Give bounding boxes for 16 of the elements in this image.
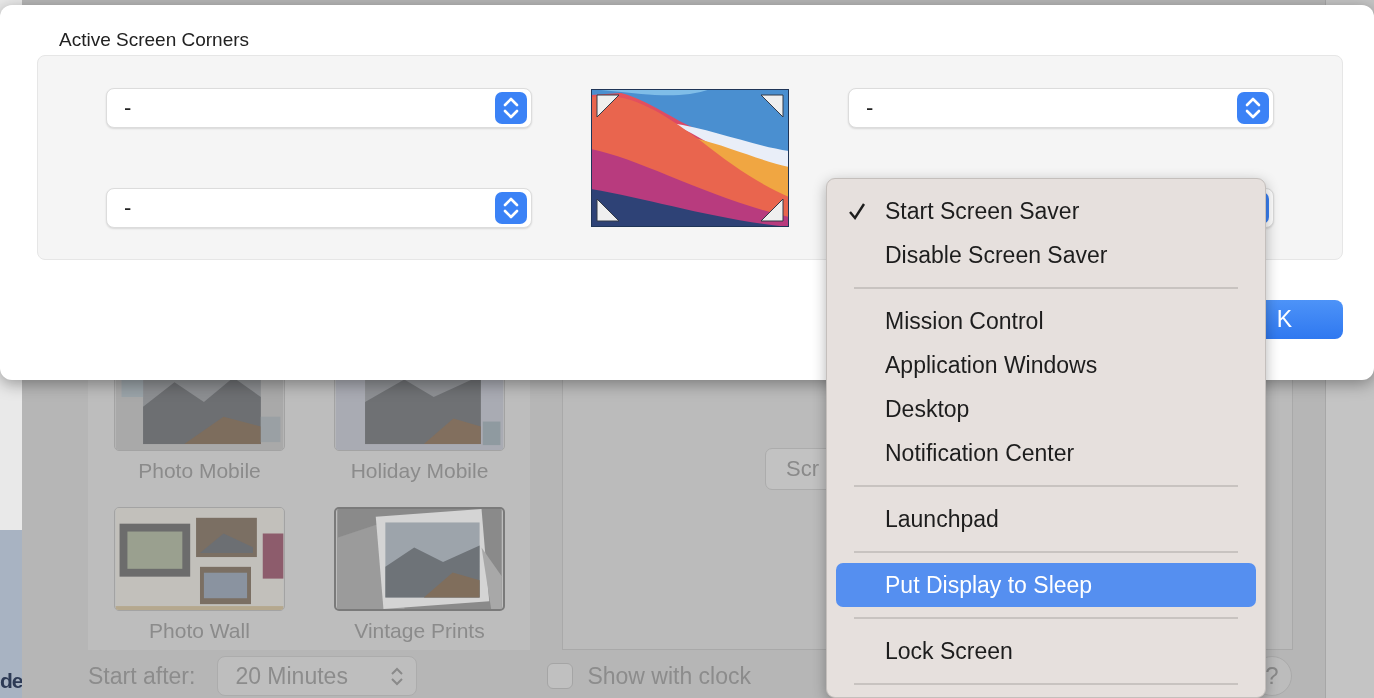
- checkmark-icon: [848, 201, 866, 221]
- stepper-icon: [1237, 92, 1269, 124]
- stepper-icon: [495, 92, 527, 124]
- menu-item[interactable]: Launchpad: [836, 497, 1256, 541]
- corner-popup[interactable]: -: [106, 88, 532, 128]
- menu-item[interactable]: Disable Screen Saver: [836, 233, 1256, 277]
- stepper-icon: [495, 192, 527, 224]
- chevron-icon: [390, 665, 405, 687]
- menu-item[interactable]: Start Screen Saver: [836, 189, 1256, 233]
- corner-popup[interactable]: -: [106, 188, 532, 228]
- menu-item[interactable]: Desktop: [836, 387, 1256, 431]
- sidebar-text: de: [0, 668, 22, 694]
- sheet-title: Active Screen Corners: [58, 28, 251, 52]
- corner-popup[interactable]: -: [848, 88, 1274, 128]
- menu-item[interactable]: Application Windows: [836, 343, 1256, 387]
- show-with-clock-checkbox[interactable]: [547, 663, 574, 689]
